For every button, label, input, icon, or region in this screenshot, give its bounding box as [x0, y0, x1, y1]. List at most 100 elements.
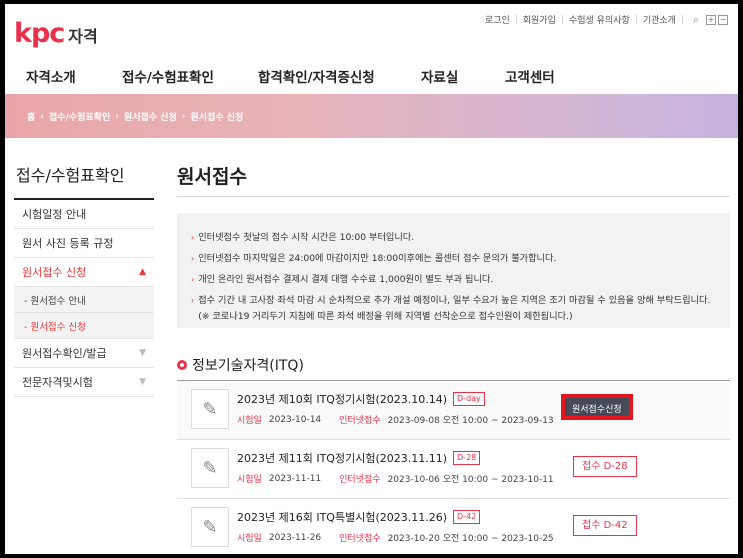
pencil-icon: ✎: [191, 389, 229, 429]
bullet-icon: ›: [191, 254, 195, 263]
chevron-right-icon: ›: [181, 111, 186, 122]
breadcrumb-banner: 홈 › 접수/수험표확인 › 원서접수 신청 › 원서접수 신청: [5, 94, 738, 138]
exam-date-label: 시험일: [237, 416, 262, 426]
sidebar-item-label: 전문자격및시험: [22, 376, 93, 389]
registration-label: 인터넷접수: [339, 534, 381, 544]
signup-link[interactable]: 회원가입: [523, 13, 556, 26]
sidebar-item-schedule[interactable]: 시험일정 안내: [14, 200, 154, 229]
title-divider: [177, 196, 730, 197]
sidebar-title: 접수/수험표확인: [16, 166, 125, 185]
site-logo[interactable]: kpc 자격: [14, 18, 98, 49]
divider: |: [634, 14, 638, 25]
about-link[interactable]: 기관소개: [643, 13, 676, 26]
apply-button[interactable]: 원서접수신청: [561, 394, 633, 420]
nav-item-library[interactable]: 자료실: [421, 66, 458, 86]
registration-period: 2023-10-20 오전 10:00 ~ 2023-10-25: [387, 534, 554, 544]
exam-name: 2023년 제10회 ITQ정기시험(2023.10.14): [237, 393, 448, 406]
breadcrumb-item[interactable]: 원서접수 신청: [124, 110, 177, 123]
bullet-icon: ›: [191, 296, 195, 305]
exam-date: 2023-10-14: [268, 414, 322, 425]
dday-badge: D-42: [453, 510, 481, 524]
sidebar-item-photo-rules[interactable]: 원서 사진 등록 규정: [14, 229, 154, 258]
exam-name: 2023년 제11회 ITQ정기시험(2023.11.11): [237, 452, 448, 465]
util-icons: ⌕ + −: [693, 14, 728, 25]
exam-name: 2023년 제16회 ITQ특별시험(2023.11.26): [237, 511, 448, 524]
chevron-down-icon: ▼: [139, 348, 146, 358]
exam-date: 2023-11-26: [268, 532, 322, 543]
notice-item: › 인터넷접수 첫날의 접수 시작 시간은 10:00 부터입니다.: [191, 227, 720, 248]
exam-meta: 시험일 2023-11-26 인터넷접수 2023-10-20 오전 10:00…: [237, 531, 554, 545]
nav-item-registration[interactable]: 접수/수험표확인: [122, 66, 214, 86]
dday-countdown-button: 접수 D-42: [573, 515, 637, 536]
section-title: 정보기술자격(ITQ): [177, 355, 304, 375]
notice-text: 개인 온라인 원서접수 결제시 결제 대행 수수료 1,000원이 별도 부과 …: [198, 274, 494, 285]
notice-link[interactable]: 수험생 유의사항: [569, 13, 630, 26]
sidebar-item-label: 원서접수 신청: [22, 266, 87, 279]
section-title-text: 정보기술자격(ITQ): [192, 358, 304, 374]
sidebar-item-professional[interactable]: 전문자격및시험 ▼: [14, 368, 154, 397]
notice-box: › 인터넷접수 첫날의 접수 시작 시간은 10:00 부터입니다. › 인터넷…: [177, 213, 730, 328]
dday-countdown-button: 접수 D-28: [573, 456, 637, 477]
chevron-right-icon: ›: [40, 111, 44, 122]
zoom-out-icon[interactable]: −: [718, 14, 728, 25]
pencil-icon: ✎: [191, 507, 229, 547]
divider: |: [680, 14, 684, 25]
registration-period: 2023-09-08 오전 10:00 ~ 2023-09-13: [387, 416, 554, 426]
pencil-icon: ✎: [191, 448, 229, 488]
page-frame: kpc 자격 로그인 | 회원가입 | 수험생 유의사항 | 기관소개 | ⌕ …: [5, 4, 738, 554]
exam-date-label: 시험일: [237, 475, 262, 485]
exam-title: 2023년 제11회 ITQ정기시험(2023.11.11) D-28: [237, 450, 481, 466]
divider: |: [514, 14, 518, 25]
sidebar-item-label: 시험일정 안내: [22, 208, 87, 221]
sidebar-subitem-apply[interactable]: - 원서접수 신청: [14, 313, 154, 339]
exam-date: 2023-11-11: [268, 473, 322, 484]
main-nav: 자격소개 접수/수험표확인 합격확인/자격증신청 자료실 고객센터: [5, 62, 738, 96]
breadcrumb-home[interactable]: 홈: [27, 110, 35, 123]
sidebar-submenu: - 원서접수 안내 - 원서접수 신청: [14, 287, 154, 339]
notice-text: 인터넷접수 마지막일은 24:00에 마감이지만 18:00이후에는 콜센터 접…: [198, 253, 557, 264]
sidebar-item-application[interactable]: 원서접수 신청 ▲: [14, 258, 154, 287]
dday-badge: D-28: [453, 451, 481, 465]
sidebar-item-label: 원서 사진 등록 규정: [22, 237, 114, 250]
notice-item: › 인터넷접수 마지막일은 24:00에 마감이지만 18:00이후에는 콜센터…: [191, 248, 720, 269]
exam-meta: 시험일 2023-11-11 인터넷접수 2023-10-06 오전 10:00…: [237, 472, 554, 486]
sidebar-subitem-guide[interactable]: - 원서접수 안내: [14, 287, 154, 313]
search-icon[interactable]: ⌕: [693, 14, 704, 25]
utility-bar: 로그인 | 회원가입 | 수험생 유의사항 | 기관소개 | ⌕ + −: [485, 13, 728, 26]
breadcrumb-item[interactable]: 접수/수험표확인: [49, 110, 110, 123]
divider: |: [560, 14, 564, 25]
nav-item-pass-check[interactable]: 합격확인/자격증신청: [258, 66, 375, 86]
sidebar-item-label: 원서접수확인/발급: [22, 347, 107, 360]
notice-text: 접수 기간 내 고사장 좌석 마감 시 순차적으로 추가 개설 예정이나, 일부…: [198, 295, 711, 322]
notice-item: › 접수 기간 내 고사장 좌석 마감 시 순차적으로 추가 개설 예정이나, …: [191, 293, 720, 325]
logo-subtitle: 자격: [68, 27, 98, 46]
registration-label: 인터넷접수: [339, 416, 381, 426]
notice-item: › 개인 온라인 원서접수 결제시 결제 대행 수수료 1,000원이 별도 부…: [191, 269, 720, 290]
chevron-up-icon: ▲: [139, 267, 146, 277]
zoom-in-icon[interactable]: +: [706, 14, 716, 25]
exam-date-label: 시험일: [237, 534, 262, 544]
chevron-down-icon: ▼: [139, 377, 146, 387]
sidebar: 시험일정 안내 원서 사진 등록 규정 원서접수 신청 ▲ - 원서접수 안내 …: [14, 200, 154, 397]
exam-row: ✎ 2023년 제11회 ITQ정기시험(2023.11.11) D-28 시험…: [177, 440, 730, 499]
exam-row: ✎ 2023년 제16회 ITQ특별시험(2023.11.26) D-42 시험…: [177, 499, 730, 554]
chevron-right-icon: ›: [115, 111, 119, 122]
bullet-icon: ›: [191, 275, 195, 284]
notice-text: 인터넷접수 첫날의 접수 시작 시간은 10:00 부터입니다.: [198, 232, 415, 243]
page-title: 원서접수: [177, 166, 247, 188]
sidebar-item-confirm[interactable]: 원서접수확인/발급 ▼: [14, 339, 154, 368]
breadcrumb: 홈 › 접수/수험표확인 › 원서접수 신청 › 원서접수 신청: [27, 110, 244, 124]
nav-item-support[interactable]: 고객센터: [505, 66, 555, 86]
bullet-icon: ›: [191, 233, 195, 242]
nav-item-intro[interactable]: 자격소개: [26, 66, 76, 86]
exam-title: 2023년 제10회 ITQ정기시험(2023.10.14) D-day: [237, 391, 485, 407]
exam-meta: 시험일 2023-10-14 인터넷접수 2023-09-08 오전 10:00…: [237, 413, 554, 427]
exam-list: ✎ 2023년 제10회 ITQ정기시험(2023.10.14) D-day 시…: [177, 380, 730, 554]
registration-label: 인터넷접수: [339, 475, 381, 485]
circle-bullet-icon: [177, 360, 187, 370]
dday-badge: D-day: [453, 392, 485, 406]
registration-period: 2023-10-06 오전 10:00 ~ 2023-10-11: [387, 475, 554, 485]
exam-title: 2023년 제16회 ITQ특별시험(2023.11.26) D-42: [237, 509, 481, 525]
breadcrumb-current[interactable]: 원서접수 신청: [191, 110, 244, 123]
login-link[interactable]: 로그인: [485, 13, 510, 26]
